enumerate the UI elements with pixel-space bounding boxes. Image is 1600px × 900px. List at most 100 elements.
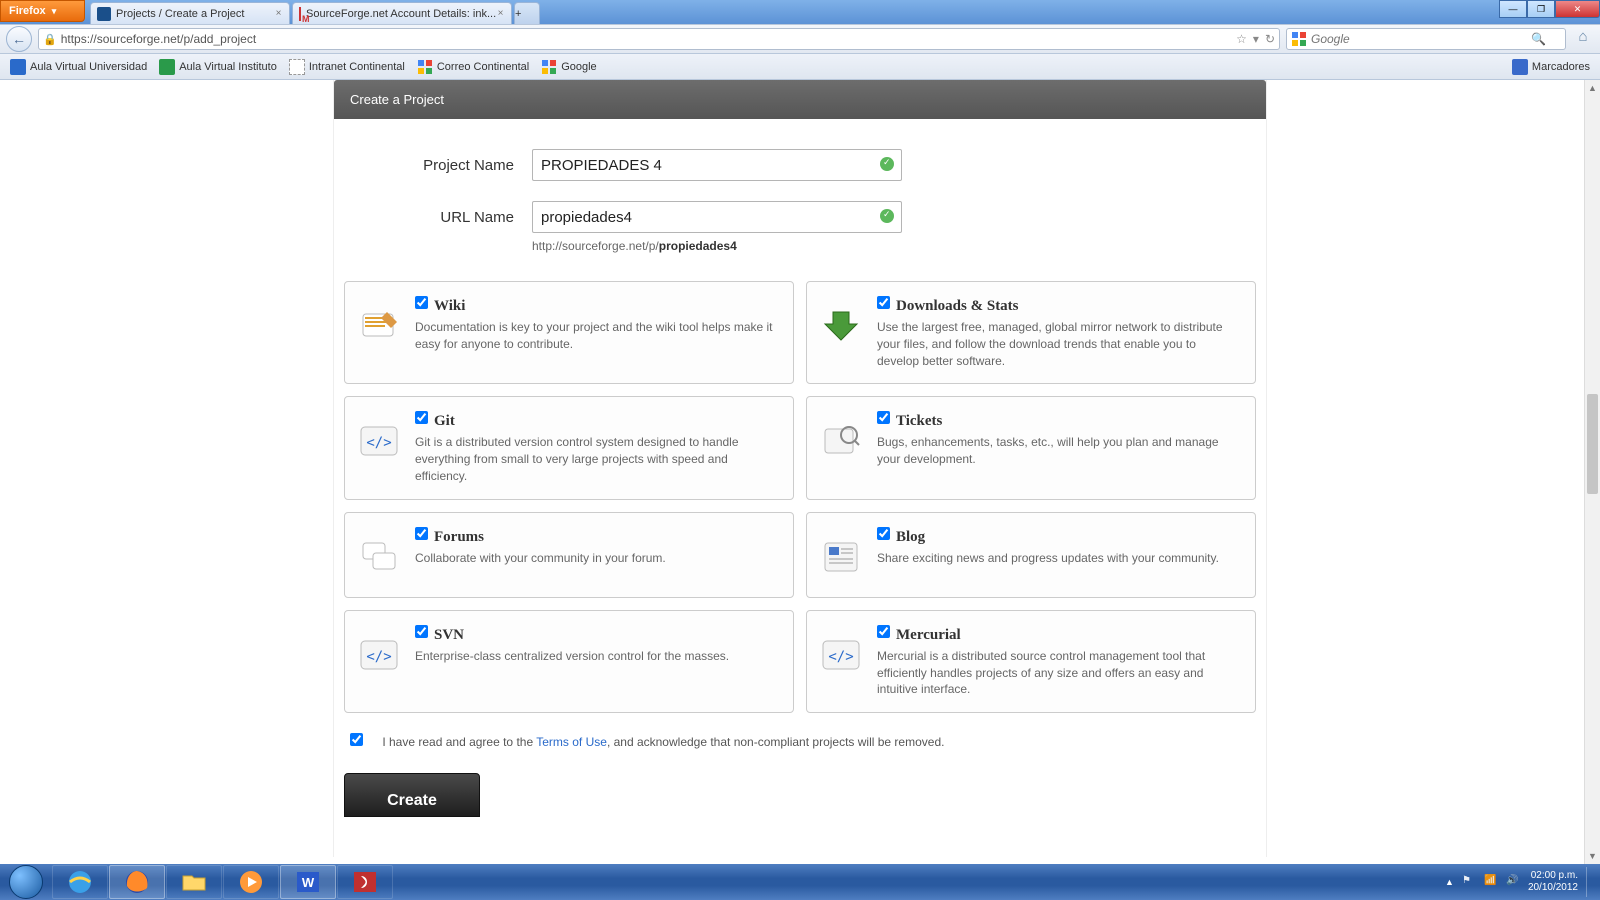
bookmark-item[interactable]: Correo Continental bbox=[411, 57, 535, 77]
url-name-label: URL Name bbox=[384, 209, 514, 226]
firefox-menu-button[interactable]: Firefox bbox=[0, 0, 85, 22]
google-icon bbox=[1291, 31, 1307, 47]
url-name-row: URL Name bbox=[384, 201, 1216, 233]
code-icon: </> bbox=[819, 633, 863, 677]
url-preview: http://sourceforge.net/p/propiedades4 bbox=[532, 239, 1216, 253]
search-go-icon[interactable]: 🔍 bbox=[1531, 32, 1546, 46]
taskbar-word[interactable]: W bbox=[280, 865, 336, 899]
bookmarks-icon bbox=[1512, 59, 1528, 75]
close-window-button[interactable]: ✕ bbox=[1555, 0, 1600, 18]
google-icon bbox=[417, 59, 433, 75]
scroll-thumb[interactable] bbox=[1587, 394, 1598, 494]
bookmark-icon bbox=[159, 59, 175, 75]
url-actions: ☆ ▾ ↻ bbox=[1236, 32, 1275, 46]
network-icon[interactable]: 📶 bbox=[1484, 875, 1498, 889]
window-controls: — ❐ ✕ bbox=[1499, 0, 1600, 18]
lock-icon: 🔒 bbox=[43, 33, 57, 46]
scroll-up-icon[interactable]: ▲ bbox=[1585, 80, 1600, 96]
tickets-checkbox[interactable] bbox=[877, 411, 890, 424]
project-name-row: Project Name bbox=[384, 149, 1216, 181]
feature-desc: Documentation is key to your project and… bbox=[415, 319, 779, 353]
terms-row: I have read and agree to the Terms of Us… bbox=[334, 713, 1266, 749]
taskbar-mediaplayer[interactable] bbox=[223, 865, 279, 899]
tab-0[interactable]: Projects / Create a Project × bbox=[90, 2, 290, 24]
feature-mercurial: </> Mercurial Mercurial is a distributed… bbox=[806, 610, 1256, 713]
close-tab-icon[interactable]: × bbox=[494, 7, 507, 20]
vertical-scrollbar[interactable]: ▲ ▼ bbox=[1584, 80, 1600, 864]
features-grid: Wiki Documentation is key to your projec… bbox=[334, 281, 1266, 713]
taskbar-explorer[interactable] bbox=[166, 865, 222, 899]
feature-desc: Enterprise-class centralized version con… bbox=[415, 648, 779, 665]
taskbar-acrobat[interactable] bbox=[337, 865, 393, 899]
mercurial-checkbox[interactable] bbox=[877, 625, 890, 638]
svn-checkbox[interactable] bbox=[415, 625, 428, 638]
valid-check-icon bbox=[880, 157, 894, 171]
taskbar-ie[interactable] bbox=[52, 865, 108, 899]
wiki-icon bbox=[357, 304, 401, 348]
dropdown-icon[interactable]: ▾ bbox=[1253, 32, 1259, 46]
svg-text:</>: </> bbox=[828, 649, 853, 665]
start-button[interactable] bbox=[0, 864, 52, 900]
bookmark-item[interactable]: Aula Virtual Instituto bbox=[153, 57, 283, 77]
panel-title: Create a Project bbox=[334, 80, 1266, 119]
show-desktop-button[interactable] bbox=[1586, 867, 1594, 897]
google-icon bbox=[541, 59, 557, 75]
sourceforge-icon bbox=[97, 7, 111, 21]
bookmark-item[interactable]: Intranet Continental bbox=[283, 57, 411, 77]
download-icon bbox=[819, 304, 863, 348]
feature-forums: Forums Collaborate with your community i… bbox=[344, 512, 794, 598]
feature-desc: Git is a distributed version control sys… bbox=[415, 434, 779, 484]
tickets-icon bbox=[819, 419, 863, 463]
blog-icon bbox=[819, 535, 863, 579]
search-bar[interactable]: 🔍 bbox=[1286, 28, 1566, 50]
url-bar[interactable]: 🔒 https://sourceforge.net/p/add_project … bbox=[38, 28, 1280, 50]
feature-git: </> Git Git is a distributed version con… bbox=[344, 396, 794, 499]
ie-icon bbox=[66, 868, 94, 896]
close-tab-icon[interactable]: × bbox=[272, 7, 285, 20]
play-icon bbox=[237, 868, 265, 896]
maximize-button[interactable]: ❐ bbox=[1527, 0, 1555, 18]
nav-toolbar: ← 🔒 https://sourceforge.net/p/add_projec… bbox=[0, 24, 1600, 54]
bookmark-item[interactable]: Google bbox=[535, 57, 602, 77]
tab-1[interactable]: SourceForge.net Account Details: ink... … bbox=[292, 2, 512, 24]
terms-link[interactable]: Terms of Use bbox=[536, 735, 607, 749]
feature-svn: </> SVN Enterprise-class centralized ver… bbox=[344, 610, 794, 713]
new-tab-button[interactable]: + bbox=[514, 2, 540, 24]
feature-wiki: Wiki Documentation is key to your projec… bbox=[344, 281, 794, 384]
bookmarks-menu-button[interactable]: Marcadores bbox=[1506, 57, 1596, 77]
terms-checkbox[interactable] bbox=[350, 733, 363, 746]
home-button[interactable]: ⌂ bbox=[1572, 28, 1594, 50]
gmail-icon bbox=[299, 7, 301, 21]
bookmarks-toolbar: Aula Virtual Universidad Aula Virtual In… bbox=[0, 54, 1600, 80]
system-tray: ▲ ⚑ 📶 🔊 02:00 p.m. 20/10/2012 bbox=[1445, 867, 1600, 897]
blog-checkbox[interactable] bbox=[877, 527, 890, 540]
window-titlebar: Firefox Projects / Create a Project × So… bbox=[0, 0, 1600, 24]
forums-icon bbox=[357, 535, 401, 579]
scroll-down-icon[interactable]: ▼ bbox=[1585, 848, 1600, 864]
feature-desc: Use the largest free, managed, global mi… bbox=[877, 319, 1241, 369]
minimize-button[interactable]: — bbox=[1499, 0, 1527, 18]
bookmark-item[interactable]: Aula Virtual Universidad bbox=[4, 57, 153, 77]
reload-icon[interactable]: ↻ bbox=[1265, 32, 1275, 46]
tray-up-icon[interactable]: ▲ bbox=[1445, 877, 1454, 887]
bookmark-star-icon[interactable]: ☆ bbox=[1236, 32, 1247, 46]
folder-icon bbox=[180, 868, 208, 896]
downloads-checkbox[interactable] bbox=[877, 296, 890, 309]
search-input[interactable] bbox=[1311, 32, 1531, 46]
wiki-checkbox[interactable] bbox=[415, 296, 428, 309]
project-name-label: Project Name bbox=[384, 157, 514, 174]
windows-logo-icon bbox=[9, 865, 43, 899]
forums-checkbox[interactable] bbox=[415, 527, 428, 540]
volume-icon[interactable]: 🔊 bbox=[1506, 875, 1520, 889]
tab-strip: Projects / Create a Project × SourceForg… bbox=[90, 0, 542, 24]
taskbar-firefox[interactable] bbox=[109, 865, 165, 899]
feature-tickets: Tickets Bugs, enhancements, tasks, etc.,… bbox=[806, 396, 1256, 499]
git-checkbox[interactable] bbox=[415, 411, 428, 424]
url-name-input[interactable] bbox=[532, 201, 902, 233]
clock[interactable]: 02:00 p.m. 20/10/2012 bbox=[1528, 870, 1578, 894]
flag-icon[interactable]: ⚑ bbox=[1462, 875, 1476, 889]
create-button[interactable]: Create bbox=[344, 773, 480, 817]
back-button[interactable]: ← bbox=[6, 26, 32, 52]
project-name-input[interactable] bbox=[532, 149, 902, 181]
page-icon bbox=[289, 59, 305, 75]
